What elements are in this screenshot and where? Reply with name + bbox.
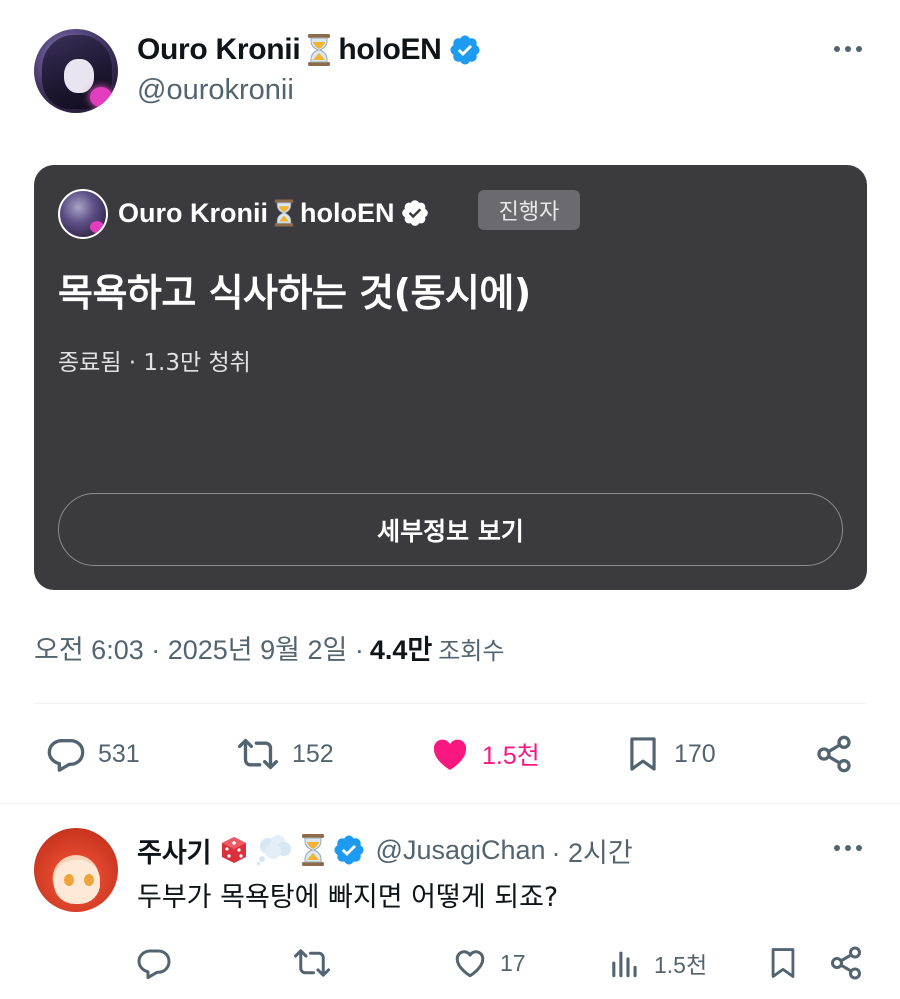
verified-badge-icon[interactable] bbox=[332, 833, 366, 867]
hourglass-icon bbox=[300, 833, 326, 867]
thought-bubble-icon bbox=[256, 835, 291, 866]
space-host-brand: holoEN bbox=[300, 197, 395, 228]
reply-avatar[interactable] bbox=[34, 828, 118, 912]
post-timestamp[interactable]: 오전 6:03 · 2025년 9월 2일 · bbox=[34, 628, 364, 667]
reply-header: 주사기 @JusagiChan · 2시간 bbox=[137, 830, 633, 870]
reply-views-button[interactable]: 1.5천 bbox=[608, 944, 707, 982]
views-icon bbox=[608, 945, 642, 981]
reply-icon bbox=[136, 945, 172, 981]
verified-badge-icon bbox=[400, 198, 430, 228]
hourglass-icon bbox=[273, 198, 295, 228]
dice-emoji-icon bbox=[221, 837, 246, 863]
post-timestamp-row: 오전 6:03 · 2025년 9월 2일 · 4.4만 조회수 bbox=[34, 628, 504, 667]
reply-handle[interactable]: @JusagiChan bbox=[376, 835, 546, 866]
views-label: 조회수 bbox=[438, 638, 505, 665]
reply-count: 531 bbox=[98, 739, 140, 768]
repost-button[interactable]: 152 bbox=[236, 733, 334, 775]
author-display-name[interactable]: Ouro Kronii bbox=[137, 33, 301, 67]
share-icon bbox=[814, 734, 854, 774]
space-host-avatar bbox=[58, 189, 108, 239]
reply-time[interactable]: · 2시간 bbox=[552, 831, 633, 870]
author-avatar[interactable] bbox=[34, 29, 118, 113]
space-host-name: Ouro Kronii bbox=[118, 197, 268, 228]
space-meta: 종료됨 · 1.3만 청취 bbox=[58, 350, 251, 376]
author-handle[interactable]: @ourokronii bbox=[137, 74, 294, 107]
more-icon[interactable] bbox=[830, 833, 866, 863]
like-icon bbox=[430, 734, 470, 774]
divider bbox=[34, 703, 867, 704]
reply-views-count: 1.5천 bbox=[654, 952, 708, 978]
reply-button[interactable]: 531 bbox=[46, 733, 140, 775]
bookmark-icon bbox=[766, 944, 800, 982]
bookmark-icon bbox=[624, 733, 662, 775]
reply-repost-button[interactable] bbox=[292, 944, 344, 982]
divider bbox=[0, 803, 900, 804]
share-button[interactable] bbox=[814, 733, 854, 775]
bookmark-button[interactable]: 170 bbox=[624, 733, 716, 775]
views-count: 4.4만 bbox=[369, 635, 433, 665]
repost-icon bbox=[236, 734, 280, 774]
space-title: 목욕하고 식사하는 것(동시에) bbox=[58, 271, 531, 315]
host-badge: 진행자 bbox=[478, 190, 580, 230]
author-name-row[interactable]: Ouro Kronii holoEN bbox=[137, 30, 482, 70]
like-button[interactable]: 1.5천 bbox=[430, 733, 540, 775]
verified-badge-icon[interactable] bbox=[448, 33, 482, 67]
share-icon bbox=[828, 945, 864, 981]
hourglass-icon bbox=[306, 33, 332, 67]
reply-text: 두부가 목욕탕에 빠지면 어떻게 되죠? bbox=[137, 882, 559, 913]
reply-icon bbox=[46, 734, 86, 774]
view-details-button[interactable]: 세부정보 보기 bbox=[58, 493, 843, 566]
reply-like-count: 17 bbox=[500, 949, 526, 976]
repost-icon bbox=[292, 945, 332, 981]
bookmark-count: 170 bbox=[674, 739, 716, 768]
reply-share-button[interactable] bbox=[828, 944, 864, 982]
reply-display-name[interactable]: 주사기 bbox=[137, 831, 212, 870]
reply-bookmark-button[interactable] bbox=[766, 944, 800, 982]
reply-reply-button[interactable] bbox=[136, 944, 184, 982]
repost-count: 152 bbox=[292, 739, 334, 768]
reply-like-button[interactable]: 17 bbox=[452, 944, 526, 982]
more-icon[interactable] bbox=[830, 34, 866, 64]
like-count: 1.5천 bbox=[482, 742, 540, 770]
like-icon bbox=[452, 945, 488, 981]
author-brand[interactable]: holoEN bbox=[338, 33, 441, 67]
space-host-row: Ouro Kronii holoEN bbox=[118, 193, 430, 233]
